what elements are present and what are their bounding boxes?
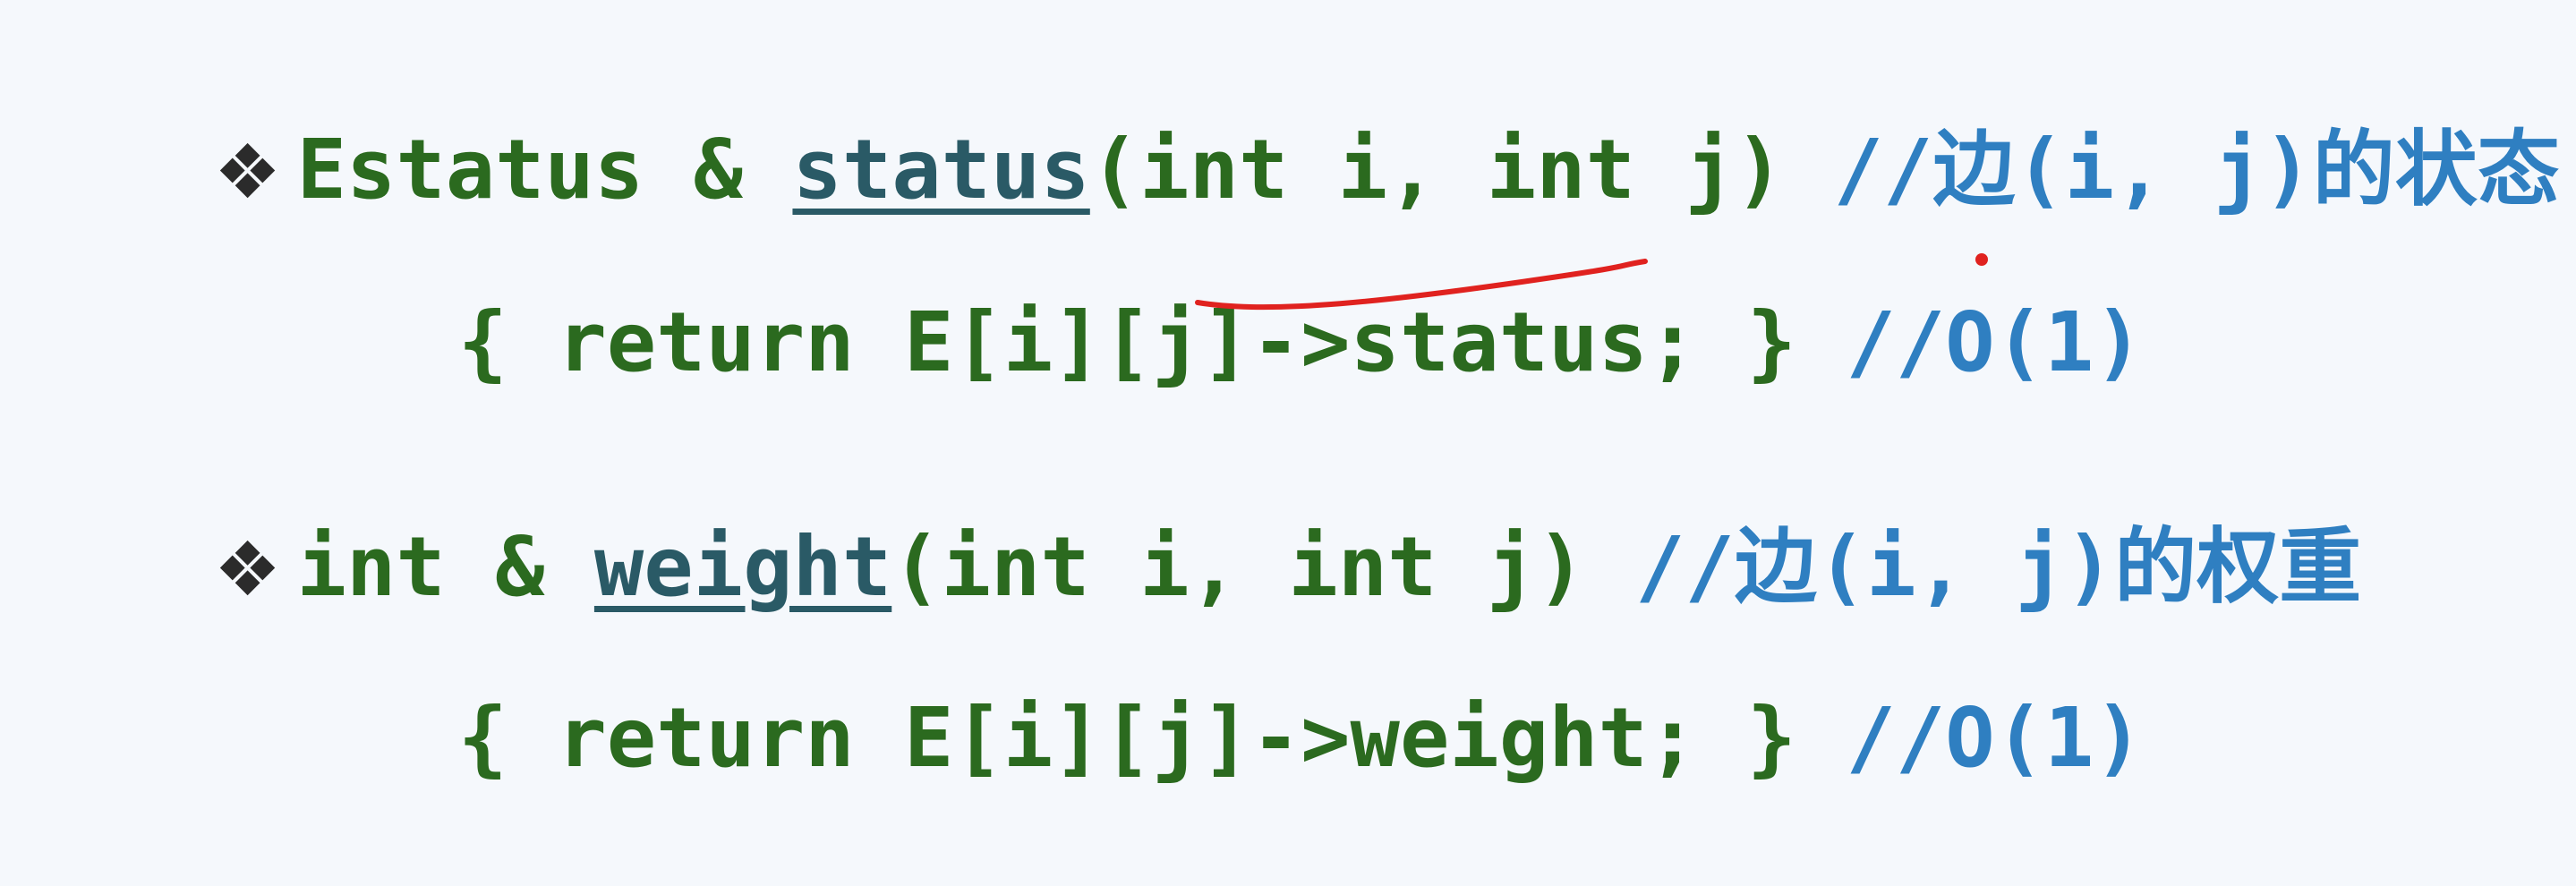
code-line-status-body: { return E[i][j]->status; } //O(1) [0,195,2144,390]
slide: ❖ Estatus & status(int i, int j) //边(i, j… [0,0,2576,786]
function-body: { return E[i][j]->weight; } [457,690,1847,786]
function-body: { return E[i][j]->status; } [457,294,1847,390]
code-line-status-declaration: ❖ Estatus & status(int i, int j) //边(i, j… [0,22,2560,217]
complexity-comment: //O(1) [1846,690,2144,786]
complexity-comment: //O(1) [1846,294,2144,390]
code-line-weight-declaration: ❖ int & weight(int i, int j) //边(i, j)的权重 [0,420,2361,615]
code-line-weight-body: { return E[i][j]->weight; } //O(1) [0,591,2144,786]
